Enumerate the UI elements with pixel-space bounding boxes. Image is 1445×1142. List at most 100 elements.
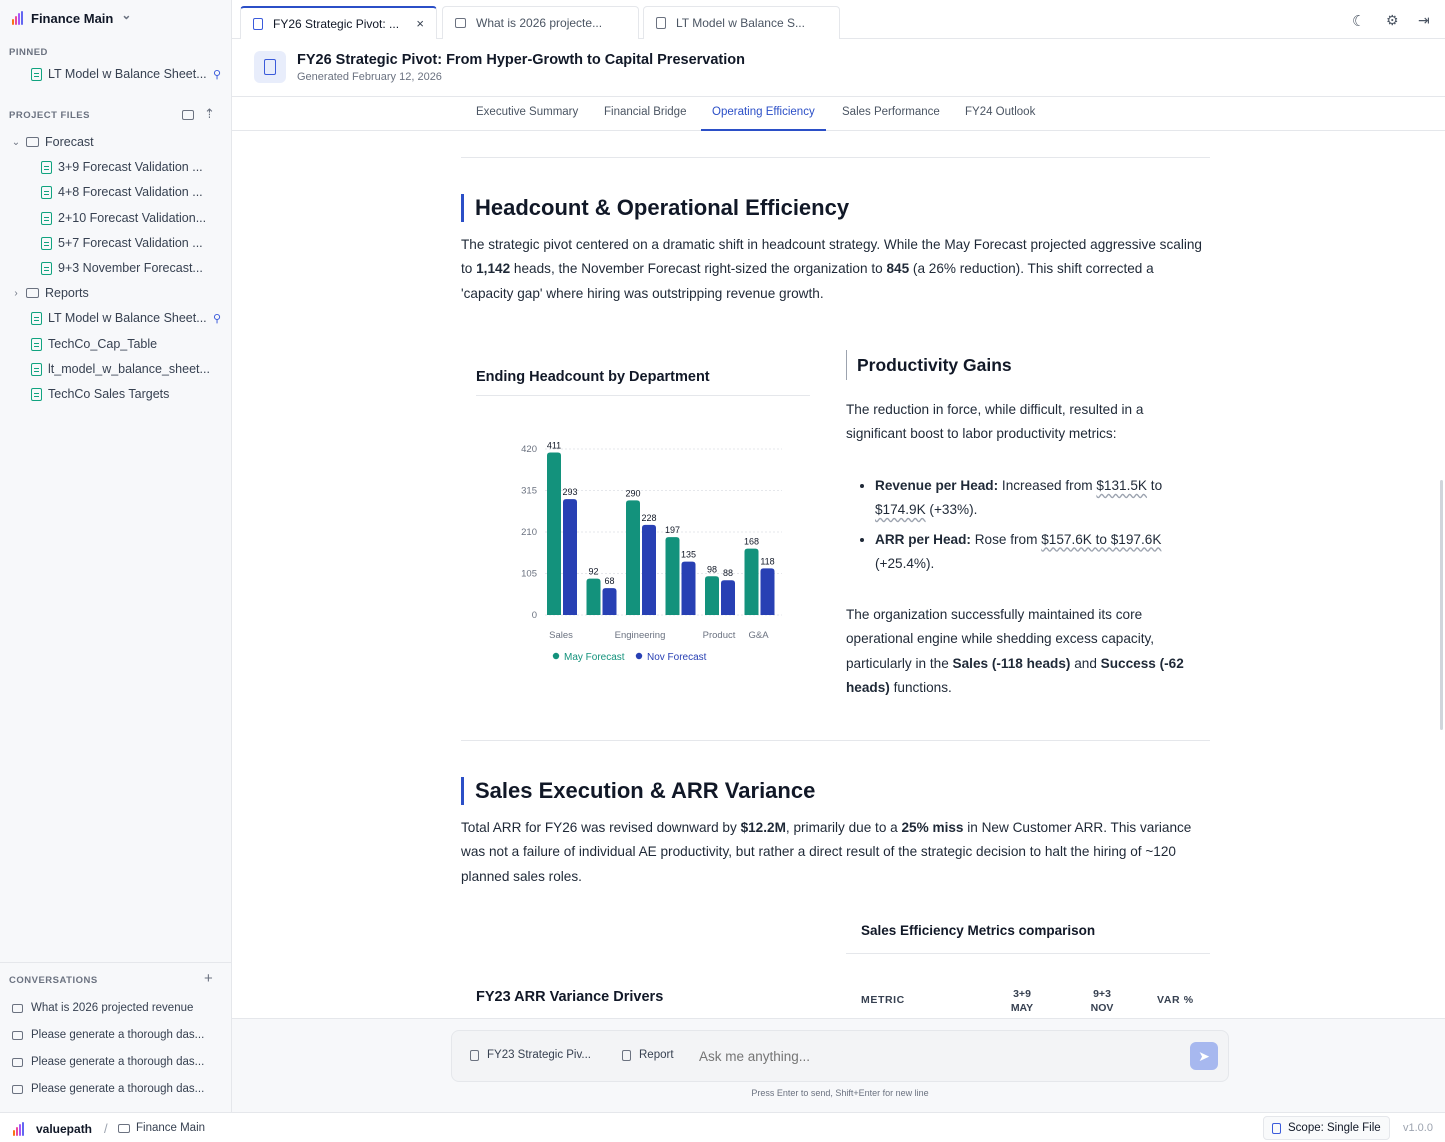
x-tick-label: Engineering xyxy=(615,630,666,641)
send-button[interactable]: ➤ xyxy=(1190,1042,1218,1070)
conversation-item[interactable]: Please generate a thorough das... xyxy=(0,1076,231,1102)
divider xyxy=(461,740,1210,741)
y-tick-label: 315 xyxy=(521,485,537,496)
file-item[interactable]: LT Model w Balance Sheet... ⚲ xyxy=(0,307,231,329)
input-hint: Press Enter to send, Shift+Enter for new… xyxy=(751,1088,929,1098)
gear-icon[interactable]: ⚙ xyxy=(1386,12,1399,29)
new-folder-icon[interactable] xyxy=(182,110,194,120)
file-item[interactable]: lt_model_w_balance_sheet... xyxy=(0,358,231,380)
sidebar: Finance Main ⌄ PINNED LT Model w Balance… xyxy=(0,0,232,1112)
y-tick-label: 420 xyxy=(521,444,537,455)
chevron-right-icon: › xyxy=(14,287,18,299)
legend-label: Nov Forecast xyxy=(647,652,707,663)
data-label: 92 xyxy=(588,567,598,577)
bar xyxy=(705,576,719,615)
section-heading: Headcount & Operational Efficiency xyxy=(461,194,849,222)
headcount-bar-chart: 0 105 210 315 420 411 92 290 197 98 168 293 68 228 135… xyxy=(521,441,782,663)
generated-date: Generated February 12, 2026 xyxy=(297,71,442,83)
data-label: 411 xyxy=(547,441,561,451)
chat-icon xyxy=(12,1003,23,1013)
spreadsheet-icon xyxy=(31,387,42,401)
context-chip-report[interactable]: Report xyxy=(622,1049,674,1061)
chat-icon xyxy=(12,1057,23,1067)
upload-icon[interactable]: ⇡ xyxy=(204,106,215,122)
document-icon xyxy=(656,17,666,29)
scrollbar[interactable] xyxy=(1440,480,1443,730)
x-tick-label: Product xyxy=(703,630,736,641)
legend-label: May Forecast xyxy=(564,652,625,663)
logout-icon[interactable]: ⇥ xyxy=(1418,12,1430,29)
variance-chart-title: FY23 ARR Variance Drivers xyxy=(476,989,664,1005)
conversation-item[interactable]: Please generate a thorough das... xyxy=(0,1049,231,1075)
project-files-heading: PROJECT FILES xyxy=(9,110,90,121)
logo-icon xyxy=(12,11,23,25)
column-header: VAR % xyxy=(1157,994,1194,1006)
moon-icon[interactable]: ☾ xyxy=(1352,12,1365,30)
tab-fy24-outlook[interactable]: FY24 Outlook xyxy=(965,97,1035,131)
x-tick-label: G&A xyxy=(748,630,769,641)
new-conversation-icon[interactable]: + xyxy=(204,970,213,987)
close-icon[interactable]: × xyxy=(416,16,424,31)
unpin-icon[interactable]: ⚲ xyxy=(213,312,221,325)
folder-forecast[interactable]: ⌄ Forecast xyxy=(0,131,231,153)
status-bar: valuepath / Finance Main Scope: Single F… xyxy=(0,1112,1445,1142)
tab-2026-projected[interactable]: What is 2026 projecte... xyxy=(442,6,639,39)
productivity-intro: The reduction in force, while difficult,… xyxy=(846,402,1144,442)
list-item: Revenue per Head: Increased from $131.5K… xyxy=(875,474,1196,523)
list-item: ARR per Head: Rose from $157.6K to $197.… xyxy=(875,528,1196,577)
file-item[interactable]: 5+7 Forecast Validation ... xyxy=(0,232,231,254)
spreadsheet-icon xyxy=(41,160,52,174)
breadcrumb-separator: / xyxy=(104,1121,108,1136)
document-header: FY26 Strategic Pivot: From Hyper-Growth … xyxy=(232,39,1445,97)
bar xyxy=(602,588,617,615)
data-label: 118 xyxy=(760,556,774,566)
breadcrumb-workspace[interactable]: Finance Main xyxy=(136,1122,205,1134)
unpin-icon[interactable]: ⚲ xyxy=(213,68,221,81)
tab-operating-efficiency[interactable]: Operating Efficiency xyxy=(701,97,826,131)
x-tick-label: Sales xyxy=(549,630,573,641)
section-paragraph: Total ARR for FY26 was revised downward … xyxy=(461,820,1192,884)
folder-icon xyxy=(26,288,39,298)
section-nav: Executive Summary Financial Bridge Opera… xyxy=(232,97,1445,131)
productivity-summary: The organization successfully maintained… xyxy=(846,607,1184,695)
file-item[interactable]: TechCo Sales Targets xyxy=(0,383,231,405)
bar xyxy=(665,537,680,615)
chat-input[interactable] xyxy=(699,1045,1169,1067)
conversation-item[interactable]: Please generate a thorough das... xyxy=(0,1022,231,1048)
file-item[interactable]: 9+3 November Forecast... xyxy=(0,257,231,279)
workspace-name: Finance Main xyxy=(31,10,114,26)
bar xyxy=(744,548,759,615)
legend-swatch xyxy=(635,652,643,660)
tab-financial-bridge[interactable]: Financial Bridge xyxy=(604,97,686,131)
folder-icon xyxy=(26,137,39,147)
data-label: 228 xyxy=(641,513,656,523)
document-icon xyxy=(470,1049,479,1061)
chevron-down-icon: ⌄ xyxy=(121,8,132,22)
tab-lt-model[interactable]: LT Model w Balance S... xyxy=(643,6,840,39)
file-item[interactable]: TechCo_Cap_Table xyxy=(0,333,231,355)
tab-fy26-strategic-pivot[interactable]: FY26 Strategic Pivot: ... × xyxy=(240,6,437,39)
tab-sales-performance[interactable]: Sales Performance xyxy=(842,97,940,131)
scope-badge[interactable]: Scope: Single File xyxy=(1263,1116,1390,1140)
bar xyxy=(721,580,735,615)
file-item[interactable]: 4+8 Forecast Validation ... xyxy=(0,181,231,203)
folder-reports[interactable]: › Reports xyxy=(0,282,231,304)
bar xyxy=(626,500,640,615)
bar xyxy=(760,568,775,615)
chart-title: Ending Headcount by Department xyxy=(476,369,710,385)
data-label: 290 xyxy=(625,488,640,498)
chat-icon xyxy=(455,18,466,28)
file-item[interactable]: 2+10 Forecast Validation... xyxy=(0,207,231,229)
conversation-item[interactable]: What is 2026 projected revenue xyxy=(0,995,231,1021)
context-chip-file[interactable]: FY23 Strategic Piv... xyxy=(470,1049,591,1061)
tab-executive-summary[interactable]: Executive Summary xyxy=(476,97,578,131)
workspace-switcher[interactable]: Finance Main ⌄ xyxy=(12,8,132,27)
pinned-item[interactable]: LT Model w Balance Sheet... ⚲ xyxy=(0,63,231,85)
divider xyxy=(476,395,810,396)
divider xyxy=(0,962,231,963)
data-label: 197 xyxy=(665,525,680,535)
column-header: 9+3 NOV xyxy=(1090,988,1114,1014)
spreadsheet-icon xyxy=(41,185,52,199)
productivity-list: Revenue per Head: Increased from $131.5K… xyxy=(846,474,1196,581)
file-item[interactable]: 3+9 Forecast Validation ... xyxy=(0,156,231,178)
